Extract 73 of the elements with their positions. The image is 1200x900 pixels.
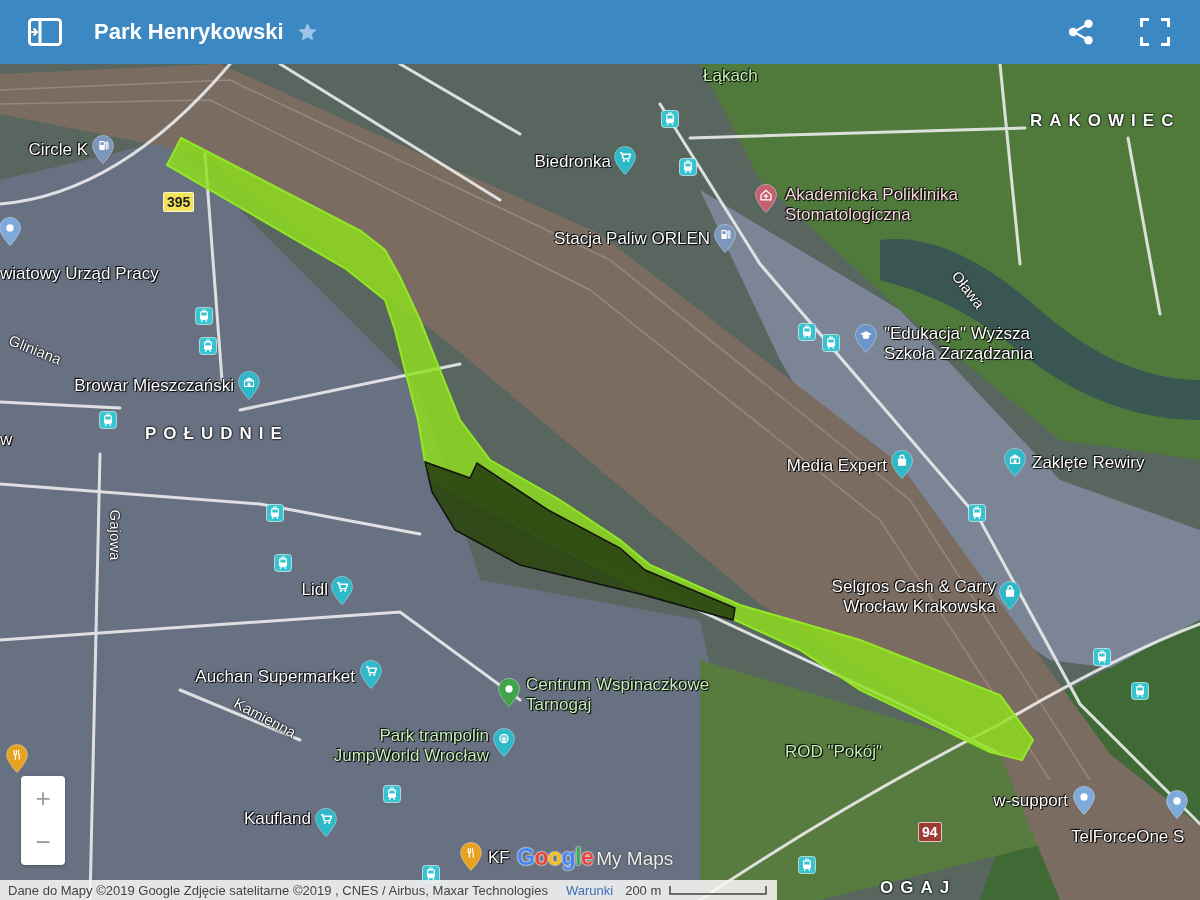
- building-pin-icon: [1004, 448, 1026, 477]
- place-label: Zaklęte Rewiry: [1032, 453, 1145, 473]
- place-label: Biedronka: [534, 152, 611, 172]
- place-label: w-support: [993, 791, 1068, 811]
- tram-stop-icon: [383, 785, 401, 803]
- cutlery-pin-icon: [460, 842, 482, 871]
- medical-pin-icon: [755, 184, 777, 213]
- share-icon[interactable]: [1068, 19, 1094, 45]
- place-label: Kaufland: [243, 809, 311, 829]
- fuel-pump-pin-icon: [92, 135, 114, 164]
- shopping-cart-pin-icon: [315, 808, 337, 837]
- place-label: Park trampolin JumpWorld Wrocław: [333, 726, 489, 766]
- place-label: Lidl: [301, 580, 328, 600]
- tram-stop-icon: [1131, 682, 1149, 700]
- district-label: POŁUDNIE: [145, 424, 289, 444]
- place-label: Akademicka Poliklinika Stomatologiczna: [785, 185, 958, 225]
- tram-stop-icon: [822, 334, 840, 352]
- scale-label: 200 m: [625, 882, 662, 898]
- tram-stop-icon: [661, 110, 679, 128]
- graduation-cap-pin-icon: [855, 324, 877, 353]
- tram-stop-icon: [99, 411, 117, 429]
- shopping-cart-pin-icon: [360, 660, 382, 689]
- star-icon[interactable]: [297, 23, 317, 41]
- shopping-cart-pin-icon: [614, 146, 636, 175]
- ferris-wheel-pin-icon: [493, 728, 515, 757]
- tram-stop-icon: [1093, 648, 1111, 666]
- shopping-bag-pin-icon: [999, 581, 1021, 610]
- fuel-pump-pin-icon: [714, 224, 736, 253]
- tram-stop-icon: [968, 504, 986, 522]
- zoom-out-button[interactable]: −: [21, 820, 65, 865]
- place-label: KF: [488, 848, 510, 868]
- tram-stop-icon: [679, 158, 697, 176]
- panel-toggle-icon[interactable]: [28, 18, 62, 46]
- map-pin-icon: [1166, 790, 1188, 819]
- place-label: Centrum Wspinaczkowe Tarnogaj: [526, 675, 710, 715]
- place-label: "Edukacja" Wyższa Szkoła Zarządzania: [884, 324, 1034, 364]
- logo-caption: My Maps: [596, 848, 674, 870]
- shopping-bag-pin-icon: [891, 450, 913, 479]
- tram-stop-icon: [266, 504, 284, 522]
- terms-link[interactable]: Warunki: [565, 882, 614, 898]
- scale-bar-icon: [669, 885, 768, 895]
- logo-text: Google: [517, 844, 594, 871]
- place-label: ROD "Pokój": [785, 742, 883, 762]
- place-label: wiatowy Urząd Pracy: [0, 264, 159, 284]
- district-label: OGAJ: [880, 878, 957, 898]
- place-label: Stacja Paliw ORLEN: [554, 229, 710, 249]
- place-label: Auchan Supermarket: [195, 667, 355, 687]
- tram-stop-icon: [798, 856, 816, 874]
- road-number-badge: 94: [918, 822, 942, 842]
- tram-stop-icon: [798, 323, 816, 341]
- cutlery-pin-icon: [6, 744, 28, 773]
- place-label: Selgros Cash & Carry Wrocław Krakowska: [831, 577, 996, 617]
- map-pin-icon: [498, 678, 520, 707]
- street-label: Gajowa: [106, 509, 124, 561]
- map-pin-icon: [0, 217, 21, 246]
- shopping-cart-pin-icon: [331, 576, 353, 605]
- tram-stop-icon: [195, 307, 213, 325]
- tram-stop-icon: [274, 554, 292, 572]
- tram-stop-icon: [199, 337, 217, 355]
- zoom-in-button[interactable]: +: [21, 776, 65, 821]
- place-label: TelForceOne S: [1071, 827, 1185, 847]
- fullscreen-icon[interactable]: [1140, 18, 1170, 46]
- place-label: Circle K: [28, 140, 88, 160]
- building-pin-icon: [238, 371, 260, 400]
- district-label: RAKOWIEC: [1030, 111, 1181, 131]
- map-pin-icon: [1073, 786, 1095, 815]
- place-label: Łąkach: [703, 66, 758, 86]
- place-label: w: [0, 430, 13, 450]
- place-label: Browar Mieszczański: [74, 376, 234, 396]
- map-title: Park Henrykowski: [94, 19, 284, 45]
- attribution-text: Dane do Mapy ©2019 Google Zdjęcie satelitarne ©2019 , CNES / Airbus, Maxar Technologies: [8, 882, 548, 898]
- road-number-badge: 395: [163, 192, 195, 212]
- place-label: Media Expert: [786, 456, 887, 476]
